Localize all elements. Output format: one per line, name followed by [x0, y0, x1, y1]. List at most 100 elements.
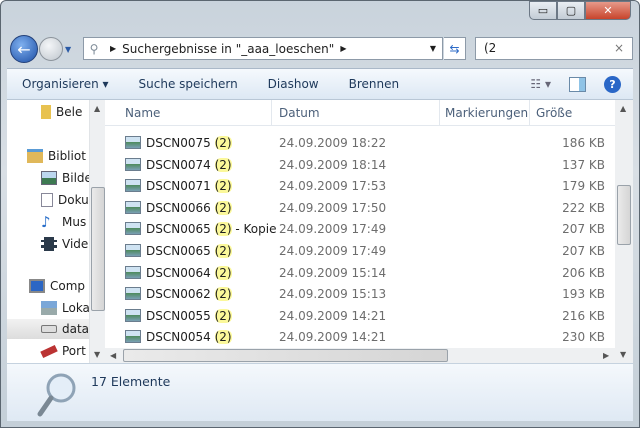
column-date[interactable]: Datum: [279, 106, 320, 120]
nav-label: Loka: [62, 301, 89, 315]
file-row[interactable]: DSCN0064 (2) 24.09.2009 15:14 206 KB: [105, 262, 615, 284]
column-name[interactable]: Name: [125, 106, 160, 120]
navigation-pane: Bele Bibliot Bilde Doku ♪ Mus Vide Comp L…: [7, 100, 89, 363]
nav-label: Comp: [50, 279, 86, 293]
column-tags[interactable]: Markierungen: [445, 106, 528, 120]
file-name: DSCN0075 (2): [146, 136, 232, 150]
nav-label: Mus: [62, 215, 87, 229]
scroll-down-arrow[interactable]: ▼: [94, 350, 100, 359]
save-search-button[interactable]: Suche speichern: [124, 77, 253, 91]
file-row[interactable]: DSCN0062 (2) 24.09.2009 15:13 193 KB: [105, 283, 615, 305]
breadcrumb-arrow-icon[interactable]: ▶: [340, 44, 346, 53]
usb-drive-icon: [40, 344, 58, 358]
slideshow-button[interactable]: Diashow: [253, 77, 334, 91]
drive-icon: [41, 325, 57, 333]
search-match-highlight: (2): [214, 287, 232, 302]
search-match-highlight: (2): [214, 179, 232, 194]
search-input[interactable]: (2 ×: [475, 37, 633, 60]
scroll-down-arrow[interactable]: ▼: [620, 350, 626, 359]
file-row[interactable]: DSCN0066 (2) 24.09.2009 17:50 222 KB: [105, 197, 615, 219]
file-row[interactable]: DSCN0054 (2) 24.09.2009 14:21 230 KB: [105, 326, 615, 348]
file-row[interactable]: DSCN0071 (2) 24.09.2009 17:53 179 KB: [105, 175, 615, 197]
image-file-icon: [125, 136, 141, 149]
file-name: DSCN0062 (2): [146, 287, 232, 302]
nav-item-music[interactable]: ♪ Mus: [41, 212, 86, 232]
nav-pane-scrollbar[interactable]: ▲ ▼: [89, 100, 105, 363]
file-list-horizontal-scrollbar[interactable]: ◀ ▶: [105, 348, 615, 363]
search-value: (2: [484, 41, 497, 55]
minimize-button[interactable]: ▭: [529, 1, 557, 20]
command-bar: Organisieren ▾ Suche speichern Diashow B…: [7, 68, 633, 100]
help-icon[interactable]: ?: [604, 75, 621, 93]
file-row[interactable]: DSCN0075 (2) 24.09.2009 18:22 186 KB: [105, 132, 615, 154]
file-size: 186 KB: [562, 136, 605, 150]
file-name: DSCN0066 (2): [146, 200, 232, 215]
scrollbar-thumb[interactable]: [91, 187, 105, 311]
search-match-highlight: (2): [214, 330, 232, 345]
file-date: 24.09.2009 18:22: [279, 136, 387, 150]
scroll-left-arrow[interactable]: ◀: [110, 351, 116, 360]
pictures-icon: [41, 171, 57, 185]
file-row[interactable]: DSCN0065 (2) 24.09.2009 17:49 207 KB: [105, 240, 615, 262]
file-name: DSCN0065 (2) - Kopie: [146, 222, 277, 237]
view-options-icon[interactable]: ☷ ▾: [530, 77, 551, 91]
nav-item-documents[interactable]: Doku: [41, 190, 89, 210]
clear-search-button[interactable]: ×: [614, 38, 624, 59]
refresh-button[interactable]: ⇆: [444, 37, 466, 60]
nav-item-computer[interactable]: Comp: [29, 276, 85, 296]
breadcrumb[interactable]: Suchergebnisse in "_aaa_loeschen": [122, 42, 334, 56]
scroll-up-arrow[interactable]: ▲: [94, 104, 100, 113]
image-file-icon: [125, 308, 141, 322]
burn-button[interactable]: Brennen: [334, 77, 414, 91]
search-icon: ⚲: [89, 41, 99, 56]
explorer-window: ▭ ▢ ✕ ← ▼ ⚲ ▶ Suchergebnisse in "_aaa_lo…: [0, 0, 640, 428]
search-match-highlight: (2): [214, 136, 232, 150]
forward-button[interactable]: [39, 37, 63, 61]
file-row[interactable]: DSCN0074 (2) 24.09.2009 18:14 137 KB: [105, 154, 615, 176]
nav-label: data: [61, 322, 89, 336]
nav-item-libraries[interactable]: Bibliot: [27, 146, 86, 166]
search-match-highlight: (2): [214, 200, 232, 215]
nav-item-data[interactable]: data: [7, 319, 89, 339]
file-size: 206 KB: [562, 265, 605, 280]
organize-button[interactable]: Organisieren ▾: [7, 77, 124, 91]
search-magnifier-icon: [37, 373, 76, 417]
scroll-right-arrow[interactable]: ▶: [603, 351, 609, 360]
scrollbar-thumb[interactable]: [617, 185, 631, 245]
back-button[interactable]: ←: [10, 35, 38, 63]
documents-icon: [41, 193, 53, 207]
column-size[interactable]: Größe: [536, 106, 572, 120]
maximize-button[interactable]: ▢: [557, 1, 585, 20]
nav-item-local-disk[interactable]: Loka: [41, 298, 89, 318]
nav-item-videos[interactable]: Vide: [41, 234, 88, 254]
file-date: 24.09.2009 17:49: [279, 244, 387, 258]
close-button[interactable]: ✕: [585, 1, 631, 20]
preview-pane-icon[interactable]: [569, 76, 586, 92]
nav-label: Bilde: [62, 171, 89, 185]
nav-item-portable[interactable]: Port: [40, 341, 86, 361]
library-icon: [27, 149, 43, 163]
nav-item-bele[interactable]: Bele: [41, 102, 82, 122]
address-dropdown[interactable]: ▼: [430, 44, 436, 53]
file-size: 207 KB: [562, 244, 605, 258]
image-file-icon: [125, 200, 141, 214]
file-date: 24.09.2009 18:14: [279, 157, 387, 172]
breadcrumb-arrow-icon[interactable]: ▶: [110, 44, 116, 53]
arrow-left-icon: ←: [17, 39, 31, 59]
file-list-vertical-scrollbar[interactable]: ▲ ▼: [615, 100, 633, 363]
file-name: DSCN0054 (2): [146, 330, 232, 345]
search-match-highlight: (2): [214, 244, 232, 258]
file-row[interactable]: DSCN0065 (2) - Kopie 24.09.2009 17:49 20…: [105, 218, 615, 240]
music-icon: ♪: [41, 213, 51, 231]
scrollbar-thumb[interactable]: [123, 349, 448, 362]
nav-item-pictures[interactable]: Bilde: [41, 168, 89, 188]
file-name: DSCN0065 (2): [146, 244, 232, 258]
recent-pages-dropdown[interactable]: ▼: [65, 45, 71, 54]
scroll-up-arrow[interactable]: ▲: [620, 104, 626, 113]
file-date: 24.09.2009 15:13: [279, 287, 387, 302]
file-size: 193 KB: [562, 287, 605, 302]
file-row[interactable]: DSCN0055 (2) 24.09.2009 14:21 216 KB: [105, 305, 615, 327]
file-date: 24.09.2009 15:14: [279, 265, 387, 280]
nav-label: Doku: [58, 193, 89, 207]
address-bar[interactable]: ⚲ ▶ Suchergebnisse in "_aaa_loeschen" ▶ …: [83, 37, 443, 60]
